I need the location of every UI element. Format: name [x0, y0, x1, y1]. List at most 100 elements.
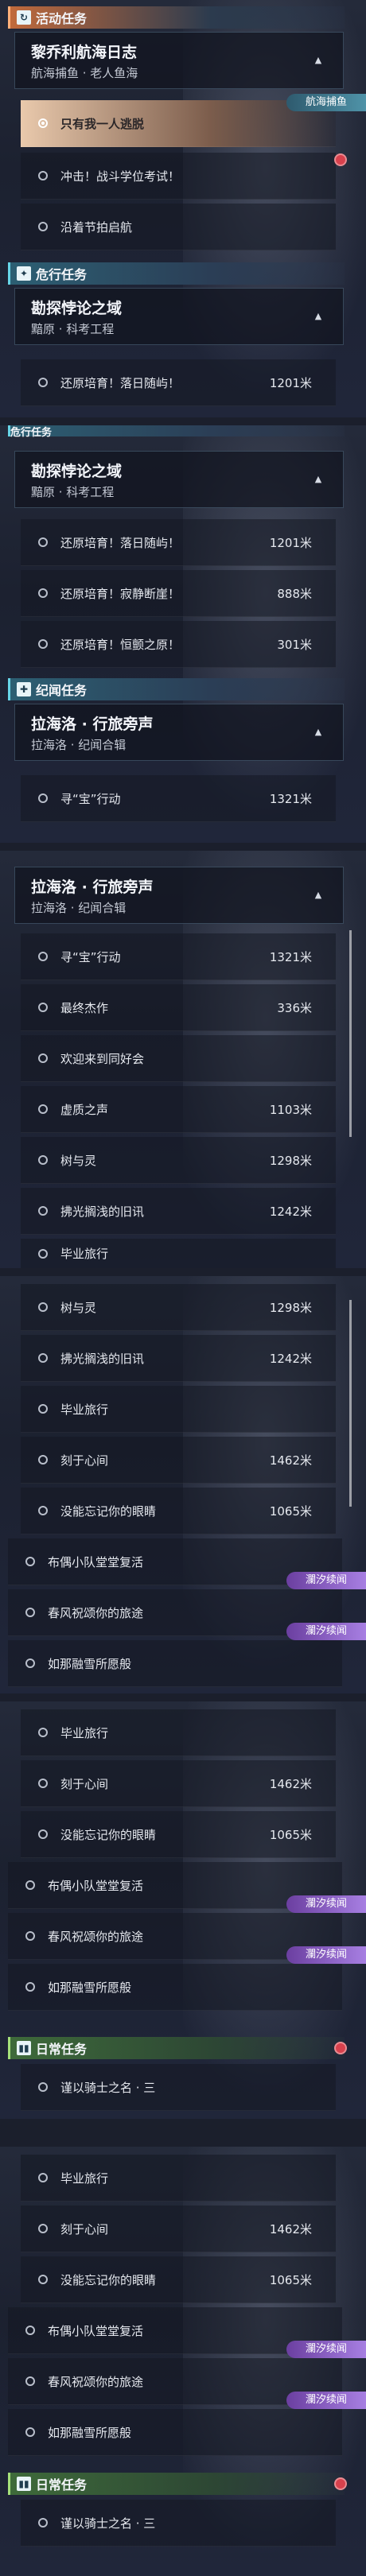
book-icon: ▮▮ [17, 2041, 31, 2055]
quest-item[interactable]: 毕业旅行 [21, 1386, 336, 1433]
quest-item-label: 没能忘记你的眼睛 [60, 2272, 157, 2287]
quest-item[interactable]: 还原培育！落日随屿！ 1201米 [21, 519, 336, 566]
chevron-up-icon[interactable]: ▲ [310, 308, 327, 325]
radio-icon [38, 118, 48, 128]
distance-label: 1242米 [269, 1204, 312, 1219]
quest-item[interactable]: 如那融雪所愿般 [8, 1640, 342, 1687]
quest-item[interactable]: 沿着节拍启航 [21, 204, 336, 250]
lanxi-tag: 瀾汐续闻 [286, 1572, 366, 1589]
quest-item-label: 拂光搁浅的旧讯 [60, 1351, 145, 1366]
quest-item-label: 春风祝颂你的旅途 [48, 2374, 144, 2389]
section-header-daily: ▮▮ 日常任务 [8, 2473, 345, 2495]
quest-item[interactable]: 谨以骑士之名 · 三 [21, 2064, 336, 2111]
screen-panel-4: 树与灵 1298米 拂光搁浅的旧讯 1242米 毕业旅行 刻于心间 1462米 … [0, 1276, 366, 1693]
section-header-daily: ▮▮ 日常任务 [8, 2037, 345, 2059]
quest-item[interactable]: 冲击！战斗学位考试！ [21, 153, 336, 200]
quest-item-label: 拂光搁浅的旧讯 [60, 1204, 145, 1219]
quest-item[interactable]: 刻于心间 1462米 [21, 1437, 336, 1484]
quest-item-label: 还原培育！寂静断崖！ [60, 586, 181, 601]
quest-item[interactable]: 没能忘记你的眼睛 1065米 [21, 1811, 336, 1858]
radio-icon [38, 1353, 48, 1363]
radio-icon [38, 2275, 48, 2284]
chevron-up-icon[interactable]: ▲ [310, 471, 327, 488]
radio-icon [38, 378, 48, 387]
quest-item-label: 春风祝颂你的旅途 [48, 1605, 144, 1620]
section-title: 危行任务 [10, 426, 53, 439]
radio-icon [38, 588, 48, 598]
quest-item[interactable]: 谨以骑士之名 · 三 [21, 2500, 336, 2547]
radio-icon [38, 1206, 48, 1216]
quest-item[interactable]: 树与灵 1298米 [21, 1284, 336, 1331]
distance-label: 1103米 [269, 1102, 312, 1117]
quest-subtitle: 航海捕鱼 · 老人鱼海 [31, 66, 138, 80]
quest-item[interactable]: 欢迎来到同好会 [21, 1035, 336, 1082]
radio-icon [38, 1104, 48, 1114]
quest-item-label: 最终杰作 [60, 1000, 109, 1015]
quest-title: 勘探悖论之域 [31, 300, 123, 317]
quest-item-label: 刻于心间 [60, 1776, 109, 1791]
radio-icon [38, 537, 48, 547]
radio-icon [25, 1557, 35, 1566]
quest-item[interactable]: 还原培育！落日随屿！ 1201米 [21, 359, 336, 406]
quest-subtitle: 黯原 · 科考工程 [31, 485, 115, 499]
quest-item-label: 树与灵 [60, 1153, 97, 1168]
quest-item[interactable]: 刻于心间 1462米 [21, 2206, 336, 2252]
section-title: 纪闻任务 [36, 683, 88, 698]
quest-subtitle: 拉海洛 · 纪闻合辑 [31, 738, 127, 752]
radio-icon [38, 222, 48, 231]
quest-item[interactable]: 寻“宝”行动 1321米 [21, 775, 336, 822]
quest-item-label: 如那融雪所愿般 [48, 1656, 132, 1671]
chevron-up-icon[interactable]: ▲ [310, 724, 327, 741]
quest-header-lahai[interactable]: 拉海洛 · 行旅旁声 拉海洛 · 纪闻合辑 ▲ [14, 867, 344, 924]
quest-header-explore[interactable]: 勘探悖论之域 黯原 · 科考工程 ▲ [14, 288, 344, 345]
radio-icon [38, 2173, 48, 2182]
distance-label: 1065米 [269, 1503, 312, 1519]
radio-icon [38, 952, 48, 961]
radio-icon [25, 1658, 35, 1668]
scrollbar[interactable] [349, 930, 352, 1137]
radio-icon [38, 2224, 48, 2233]
distance-label: 1065米 [269, 2272, 312, 2287]
quest-item[interactable]: 还原培育！恒颤之原！ 301米 [21, 621, 336, 668]
refresh-icon: ↻ [17, 10, 31, 25]
quest-item[interactable]: 寻“宝”行动 1321米 [21, 933, 336, 980]
quest-item-label: 春风祝颂你的旅途 [48, 1929, 144, 1944]
scrollbar[interactable] [349, 1300, 352, 1507]
quest-item[interactable]: 刻于心间 1462米 [21, 1760, 336, 1807]
quest-item[interactable]: 拂光搁浅的旧讯 1242米 [21, 1335, 336, 1382]
quest-item[interactable]: 树与灵 1298米 [21, 1137, 336, 1184]
quest-header-lahai[interactable]: 拉海洛 · 行旅旁声 拉海洛 · 纪闻合辑 ▲ [14, 704, 344, 761]
quest-item[interactable]: 拂光搁浅的旧讯 1242米 [21, 1188, 336, 1235]
quest-item[interactable]: 最终杰作 336米 [21, 984, 336, 1031]
section-header-activity: ↻ 活动任务 [8, 6, 345, 29]
chevron-up-icon[interactable]: ▲ [310, 52, 327, 69]
quest-item[interactable]: 没能忘记你的眼睛 1065米 [21, 2256, 336, 2303]
quest-item[interactable]: 虚质之声 1103米 [21, 1086, 336, 1133]
quest-item[interactable]: 毕业旅行 [21, 2155, 336, 2202]
quest-item-label: 只有我一人逃脱 [60, 116, 145, 131]
quest-item-label: 布偶小队堂堂复活 [48, 1554, 144, 1569]
section-title: 危行任务 [36, 267, 88, 282]
quest-item[interactable]: 毕业旅行 [21, 1239, 336, 1268]
quest-item[interactable]: 还原培育！寂静断崖！ 888米 [21, 570, 336, 617]
distance-label: 1462米 [269, 1776, 312, 1791]
radio-icon [38, 2082, 48, 2092]
quest-item[interactable]: 如那融雪所愿般 [8, 1964, 342, 2011]
lanxi-tag: 瀾汐续闻 [286, 1623, 366, 1640]
quest-title: 拉海洛 · 行旅旁声 [31, 716, 154, 733]
quest-item-label: 还原培育！落日随屿！ [60, 375, 181, 390]
radio-icon [38, 1779, 48, 1788]
quest-item[interactable]: 如那融雪所愿般 [8, 2409, 342, 2456]
quest-item-label: 寻“宝”行动 [60, 949, 121, 964]
radio-icon [25, 1931, 35, 1941]
quest-item[interactable]: 毕业旅行 [21, 1709, 336, 1756]
quest-item[interactable]: 没能忘记你的眼睛 1065米 [21, 1488, 336, 1534]
distance-label: 1462米 [269, 1453, 312, 1468]
chevron-up-icon[interactable]: ▲ [310, 886, 327, 904]
radio-icon [38, 1248, 48, 1259]
quest-item-label: 刻于心间 [60, 2221, 109, 2237]
quest-header-explore[interactable]: 勘探悖论之域 黯原 · 科考工程 ▲ [14, 451, 344, 508]
radio-icon [25, 1982, 35, 1992]
quest-item-label: 如那融雪所愿般 [48, 1980, 132, 1995]
quest-header-lichor[interactable]: 黎乔利航海日志 航海捕鱼 · 老人鱼海 ▲ [14, 32, 344, 89]
